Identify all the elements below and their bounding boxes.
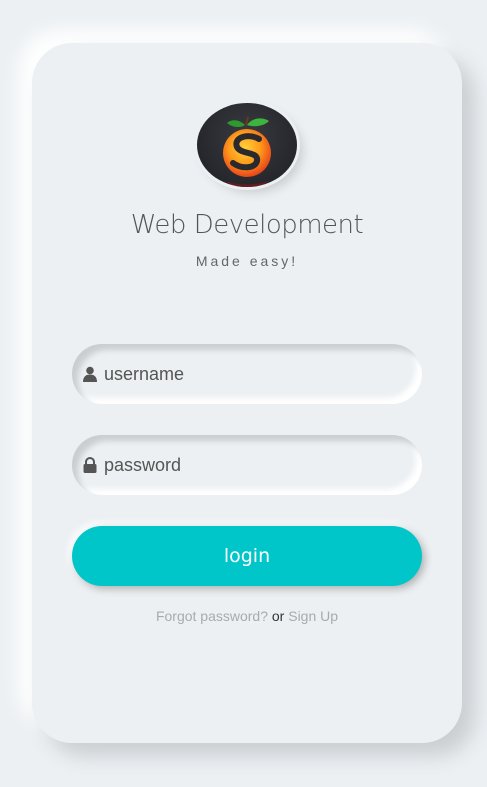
links-separator: or <box>271 608 285 624</box>
orange-fruit-s-logo-icon <box>197 103 297 187</box>
username-field[interactable] <box>72 344 422 404</box>
app-subtitle: Made easy! <box>195 253 299 269</box>
sign-up-link[interactable]: Sign Up <box>288 608 338 624</box>
auth-links: Forgot password? or Sign Up <box>32 608 462 624</box>
app-title: Web Development <box>130 210 364 240</box>
login-card: Web Development Made easy! login Forgot … <box>32 43 462 743</box>
lock-icon <box>82 456 98 474</box>
forgot-password-link[interactable]: Forgot password? <box>156 608 268 624</box>
login-button[interactable]: login <box>72 526 422 586</box>
password-field[interactable] <box>72 435 422 495</box>
password-input[interactable] <box>104 454 404 476</box>
user-icon <box>82 365 98 383</box>
username-input[interactable] <box>104 363 404 385</box>
